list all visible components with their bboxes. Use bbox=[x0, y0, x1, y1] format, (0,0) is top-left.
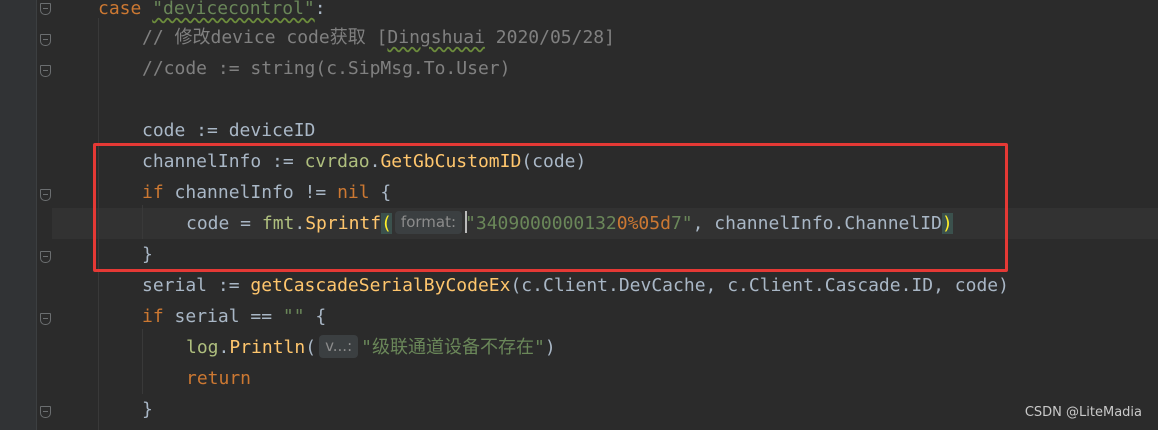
code-token: Println bbox=[229, 337, 306, 358]
code-line[interactable]: code := deviceID bbox=[142, 115, 315, 146]
code-token: getCascadeSerialByCodeEx bbox=[250, 275, 511, 296]
fold-marker-icon[interactable] bbox=[40, 313, 51, 325]
indent-guide bbox=[142, 329, 143, 394]
gutter-separator bbox=[36, 0, 37, 430]
code-token: "" bbox=[282, 306, 305, 327]
code-token: "级联通道设备不存在" bbox=[361, 337, 545, 358]
code-token: code := deviceID bbox=[142, 120, 316, 141]
code-token: serial == bbox=[174, 306, 283, 327]
fold-marker-icon[interactable] bbox=[40, 3, 51, 15]
code-token: serial := bbox=[142, 275, 251, 296]
code-token: . bbox=[218, 337, 230, 358]
highlight-annotation-box bbox=[93, 143, 1008, 272]
code-line[interactable]: //code := string(c.SipMsg.To.User) bbox=[142, 53, 510, 84]
code-line[interactable]: serial := getCascadeSerialByCodeEx(c.Cli… bbox=[142, 270, 1009, 301]
fold-marker-icon[interactable] bbox=[40, 251, 51, 263]
fold-marker-icon[interactable] bbox=[40, 65, 51, 77]
editor-gutter bbox=[0, 0, 36, 430]
code-token: (c.Client.DevCache, c.Client.Cascade.ID,… bbox=[510, 275, 1009, 296]
fold-marker-icon[interactable] bbox=[40, 406, 51, 418]
fold-marker-icon[interactable] bbox=[40, 189, 51, 201]
watermark: CSDN @LiteMadia bbox=[1024, 405, 1142, 420]
code-token: ) bbox=[544, 337, 556, 358]
code-token: ( bbox=[305, 337, 317, 358]
code-token: log bbox=[186, 337, 219, 358]
code-line[interactable]: log.Println(v...: "级联通道设备不存在") bbox=[186, 332, 556, 363]
code-token: : bbox=[314, 0, 326, 19]
fold-marker-icon[interactable] bbox=[40, 34, 51, 46]
code-line[interactable]: return bbox=[186, 363, 251, 394]
code-token: Dingshuai bbox=[387, 27, 485, 48]
code-token: if bbox=[142, 306, 175, 327]
code-line[interactable]: if serial == "" { bbox=[142, 301, 326, 332]
code-token: 2020/05/28] bbox=[484, 27, 615, 48]
code-line[interactable]: case "devicecontrol": bbox=[98, 0, 326, 24]
code-token: return bbox=[186, 368, 252, 389]
code-token: case bbox=[98, 0, 153, 19]
code-token: } bbox=[142, 399, 153, 420]
code-line[interactable]: } bbox=[142, 394, 153, 425]
code-token: // 修改device code获取 [ bbox=[142, 27, 388, 48]
code-line[interactable]: // 修改device code获取 [Dingshuai 2020/05/28… bbox=[142, 22, 615, 53]
code-token: { bbox=[304, 306, 327, 327]
code-token: "devicecontrol" bbox=[152, 0, 315, 19]
parameter-hint: v...: bbox=[319, 335, 359, 358]
code-token: //code := string(c.SipMsg.To.User) bbox=[142, 58, 511, 79]
